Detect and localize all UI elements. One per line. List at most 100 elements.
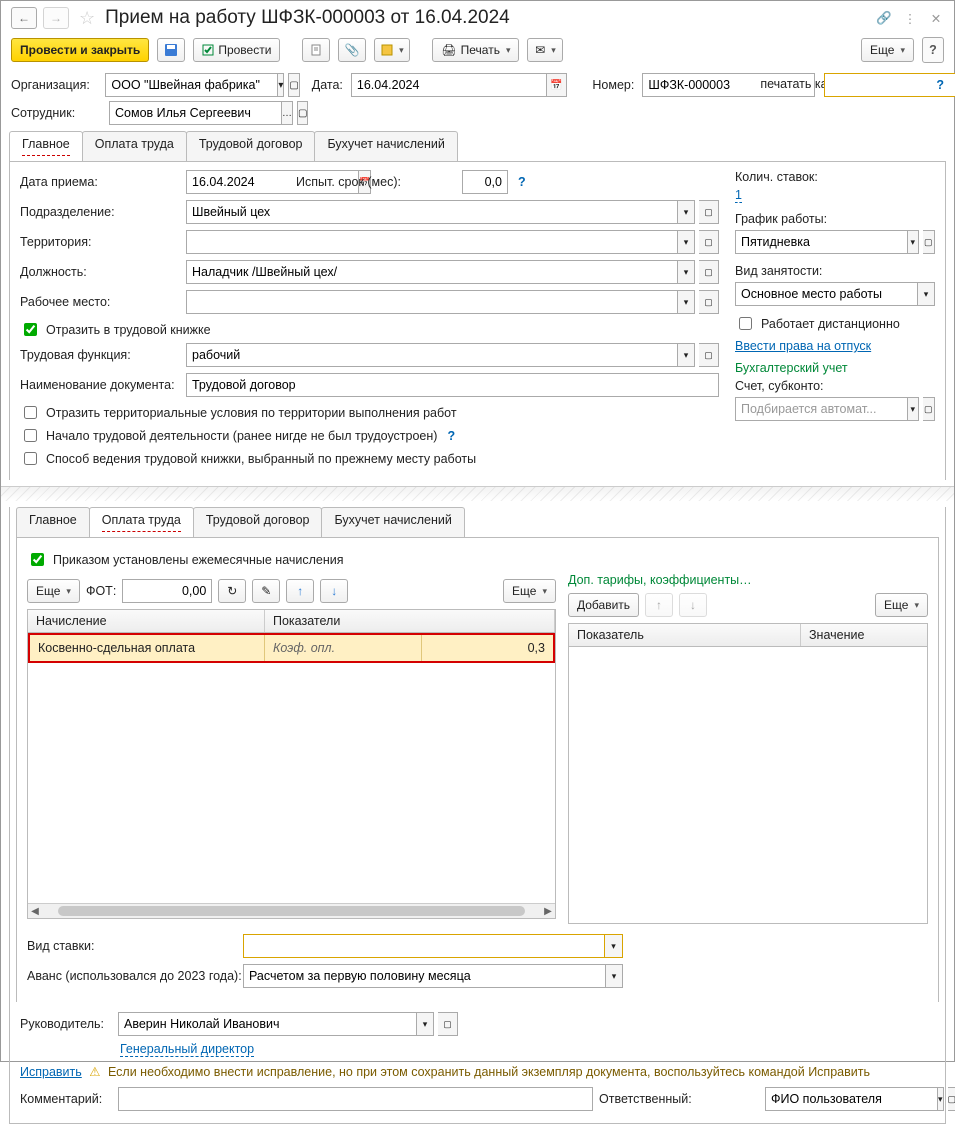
left-more-button-2[interactable]: Еще▾ (503, 579, 556, 603)
function-dropdown-button[interactable]: ▾ (677, 343, 695, 367)
workbook-checkbox[interactable] (24, 323, 37, 336)
workplace-open-button[interactable]: ▢ (699, 290, 719, 314)
monthly-accruals-checkbox[interactable] (31, 553, 44, 566)
responsible-open-button[interactable]: ▢ (948, 1087, 955, 1111)
post-button[interactable]: Провести (193, 38, 280, 62)
emp-type-label: Вид занятости: (735, 264, 935, 278)
post-and-close-button[interactable]: Провести и закрыть (11, 38, 149, 62)
fot-input[interactable] (122, 579, 212, 603)
function-open-button[interactable]: ▢ (699, 343, 719, 367)
org-input[interactable] (105, 73, 278, 97)
stavok-link[interactable]: 1 (735, 188, 742, 203)
favorite-star-icon[interactable]: ☆ (79, 8, 95, 29)
dept-input[interactable] (186, 200, 677, 224)
attach-button[interactable]: 📎 (338, 38, 366, 62)
acct-open-button[interactable]: ▢ (923, 397, 935, 421)
employee-input[interactable] (109, 101, 282, 125)
employee-pick-button[interactable]: … (282, 101, 293, 125)
tab-pay[interactable]: Оплата труда (82, 131, 187, 161)
first-job-help-icon[interactable]: ? (447, 429, 455, 443)
right-move-down-button[interactable]: ↓ (679, 593, 707, 617)
report-button[interactable] (302, 38, 330, 62)
schedule-dropdown-button[interactable]: ▾ (907, 230, 919, 254)
workplace-input[interactable] (186, 290, 677, 314)
tab2-acct[interactable]: Бухучет начислений (321, 507, 464, 537)
manager-open-button[interactable]: ▢ (438, 1012, 458, 1036)
date-input[interactable] (351, 73, 547, 97)
docname-input[interactable] (186, 373, 719, 397)
manager-position-link[interactable]: Генеральный директор (120, 1042, 254, 1057)
print-as-help-icon[interactable]: ? (936, 78, 944, 92)
structure-button[interactable]: ▾ (374, 38, 410, 62)
right-move-up-button[interactable]: ↑ (645, 593, 673, 617)
schedule-label: График работы: (735, 212, 935, 226)
nav-back-button[interactable]: ← (11, 7, 37, 29)
org-open-button[interactable]: ▢ (288, 73, 299, 97)
date-calendar-button[interactable]: 📅 (547, 73, 567, 97)
link-icon[interactable]: 🔗 (876, 10, 892, 26)
rate-type-dropdown-button[interactable]: ▾ (605, 934, 623, 958)
nav-forward-button[interactable]: → (43, 7, 69, 29)
send-button[interactable]: ✉▾ (527, 38, 563, 62)
rate-type-input[interactable] (243, 934, 605, 958)
tariff-link[interactable]: Доп. тарифы, коэффициенты… (568, 573, 928, 587)
emp-type-dropdown-button[interactable]: ▾ (917, 282, 935, 306)
workbook-method-checkbox[interactable] (24, 452, 37, 465)
more-button[interactable]: Еще▾ (861, 38, 914, 62)
accruals-empty-area[interactable] (28, 663, 555, 903)
tab2-main[interactable]: Главное (16, 507, 90, 537)
territory-input[interactable] (186, 230, 677, 254)
territory-open-button[interactable]: ▢ (699, 230, 719, 254)
vacation-rights-link[interactable]: Ввести права на отпуск (735, 339, 871, 353)
schedule-input[interactable] (735, 230, 907, 254)
edit-button[interactable]: ✎ (252, 579, 280, 603)
save-button[interactable] (157, 38, 185, 62)
function-input[interactable] (186, 343, 677, 367)
employee-open-button[interactable]: ▢ (297, 101, 308, 125)
right-more-button[interactable]: Еще▾ (875, 593, 928, 617)
org-dropdown-button[interactable]: ▾ (278, 73, 284, 97)
position-input[interactable] (186, 260, 677, 284)
manager-dropdown-button[interactable]: ▾ (416, 1012, 434, 1036)
responsible-dropdown-button[interactable]: ▾ (937, 1087, 944, 1111)
tab-acct[interactable]: Бухучет начислений (314, 131, 457, 161)
refresh-button[interactable]: ↻ (218, 579, 246, 603)
accruals-row-selected[interactable]: Косвенно-сдельная оплата Коэф. опл. 0,3 (28, 633, 555, 663)
comment-input[interactable] (118, 1087, 593, 1111)
lower-tab-body: Приказом установлены ежемесячные начисле… (16, 537, 939, 1002)
schedule-open-button[interactable]: ▢ (923, 230, 935, 254)
manager-input[interactable] (118, 1012, 416, 1036)
accruals-scrollbar[interactable]: ◀▶ (28, 903, 555, 918)
print-button[interactable]: 🖨 Печать▾ (432, 38, 519, 62)
advance-dropdown-button[interactable]: ▾ (605, 964, 623, 988)
advance-input[interactable] (243, 964, 605, 988)
move-down-button[interactable]: ↓ (320, 579, 348, 603)
fix-link[interactable]: Исправить (20, 1065, 82, 1079)
trial-help-icon[interactable]: ? (518, 175, 526, 189)
move-up-button[interactable]: ↑ (286, 579, 314, 603)
dept-dropdown-button[interactable]: ▾ (677, 200, 695, 224)
left-more-button[interactable]: Еще▾ (27, 579, 80, 603)
indicators-empty-area[interactable] (569, 647, 927, 923)
add-button[interactable]: Добавить (568, 593, 639, 617)
emp-type-input[interactable] (735, 282, 917, 306)
acct-dropdown-button[interactable]: ▾ (907, 397, 919, 421)
tab2-pay[interactable]: Оплата труда (89, 507, 194, 537)
print-as-label: печатать как: (760, 78, 816, 92)
kebab-menu-icon[interactable]: ⋮ (902, 10, 918, 26)
responsible-input[interactable] (765, 1087, 937, 1111)
tab-contract[interactable]: Трудовой договор (186, 131, 316, 161)
territory-dropdown-button[interactable]: ▾ (677, 230, 695, 254)
dept-open-button[interactable]: ▢ (699, 200, 719, 224)
tab2-contract[interactable]: Трудовой договор (193, 507, 323, 537)
workplace-dropdown-button[interactable]: ▾ (677, 290, 695, 314)
first-job-checkbox[interactable] (24, 429, 37, 442)
trial-input[interactable] (462, 170, 508, 194)
tab-main[interactable]: Главное (9, 131, 83, 161)
remote-checkbox[interactable] (739, 317, 752, 330)
help-button[interactable]: ? (922, 37, 944, 63)
close-icon[interactable]: ✕ (928, 10, 944, 26)
terr-cond-checkbox[interactable] (24, 406, 37, 419)
position-dropdown-button[interactable]: ▾ (677, 260, 695, 284)
position-open-button[interactable]: ▢ (699, 260, 719, 284)
